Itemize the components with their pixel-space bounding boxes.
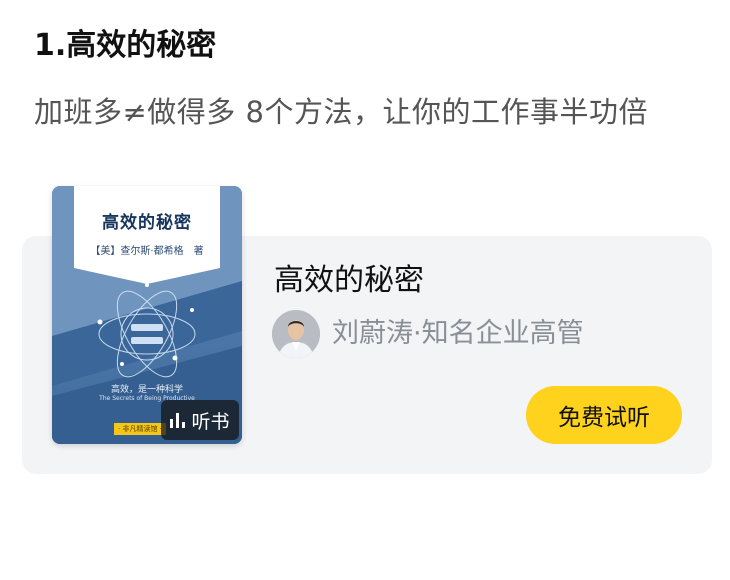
- book-title[interactable]: 高效的秘密: [274, 262, 424, 300]
- author-line: 刘蔚涛·知名企业高管: [332, 318, 584, 349]
- cover-author: 【美】查尔斯·都希格 著: [90, 246, 204, 257]
- listen-badge[interactable]: 听书: [161, 400, 239, 440]
- avatar-portrait: [272, 310, 320, 358]
- listen-badge-label: 听书: [191, 410, 230, 433]
- free-trial-button[interactable]: 免费试听: [526, 386, 682, 444]
- author-avatar: [272, 310, 320, 358]
- cover-tagline: 高效，是一种科学: [110, 385, 183, 395]
- section-title: 1.高效的秘密: [34, 28, 217, 63]
- section-subtitle: 加班多≠做得多 8个方法，让你的工作事半功倍: [34, 95, 648, 129]
- cover-title: 高效的秘密: [102, 213, 192, 233]
- cover-series-label: · 非凡精读馆 ·: [114, 423, 166, 435]
- audio-bars-icon: [170, 412, 186, 428]
